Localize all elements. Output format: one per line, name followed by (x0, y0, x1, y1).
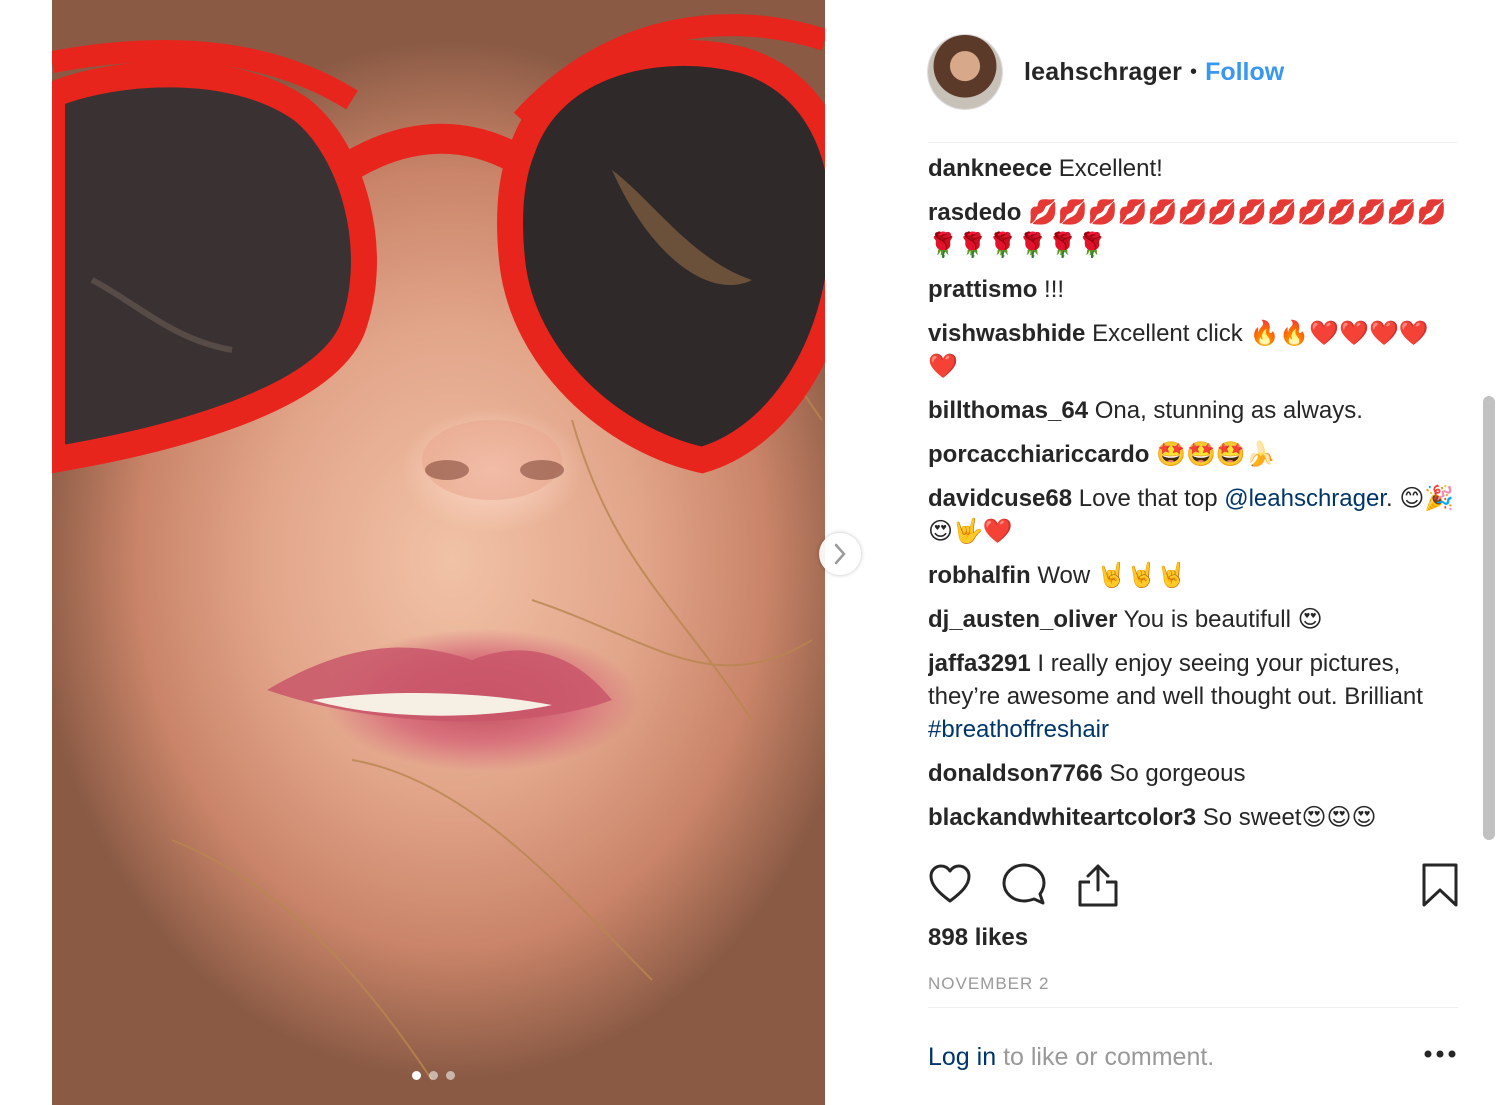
likes-count[interactable]: 898 likes (928, 924, 1028, 952)
comment-item: blackandwhiteartcolor3 So sweet😍😍😍 (928, 801, 1458, 834)
post-date: NOVEMBER 2 (928, 974, 1050, 993)
comment-hashtag-link[interactable]: #breathoffreshair (928, 716, 1109, 743)
comment-item: davidcuse68 Love that top @leahschrager.… (928, 482, 1458, 548)
comment-item: dankneece Excellent! (928, 152, 1458, 185)
comment-username[interactable]: dj_austen_oliver (928, 606, 1117, 633)
login-prompt: Log in to like or comment. (928, 1043, 1458, 1072)
scrollbar-thumb[interactable] (1483, 396, 1495, 840)
comment-username[interactable]: rasdedo (928, 199, 1021, 226)
comment-item: prattismo !!! (928, 273, 1458, 306)
comment-item: jaffa3291 I really enjoy seeing your pic… (928, 647, 1458, 746)
avatar[interactable] (928, 35, 1002, 109)
header-divider (928, 142, 1458, 143)
comment-username[interactable]: jaffa3291 (928, 650, 1031, 677)
comment-button[interactable] (1002, 862, 1046, 908)
comment-item: rasdedo 💋💋💋💋💋💋💋💋💋💋💋💋💋💋🌹🌹🌹🌹🌹🌹 (928, 196, 1458, 262)
comment-text: So gorgeous (1109, 760, 1246, 787)
comment-text: Excellent! (1058, 155, 1163, 182)
comment-text: So sweet😍😍😍 (1202, 804, 1377, 831)
header-user-row: leahschrager • Follow (1024, 58, 1284, 87)
login-prompt-text: to like or comment. (996, 1043, 1215, 1071)
comment-item: dj_austen_oliver You is beautifull 😍 (928, 603, 1458, 636)
save-button[interactable] (1420, 862, 1464, 908)
comments-list[interactable]: dankneece Excellent! rasdedo 💋💋💋💋💋💋💋💋💋💋💋… (928, 152, 1458, 842)
chevron-right-icon (834, 543, 846, 565)
comment-username[interactable]: blackandwhiteartcolor3 (928, 804, 1196, 831)
comments-scrollbar[interactable] (1480, 142, 1498, 842)
comment-username[interactable]: vishwasbhide (928, 320, 1085, 347)
share-button[interactable] (1076, 862, 1120, 908)
heart-icon (929, 864, 971, 903)
carousel-dot-1 (412, 1071, 421, 1080)
more-options-icon (1424, 1050, 1456, 1058)
login-link[interactable]: Log in (928, 1043, 996, 1071)
comment-text: Wow 🤘🤘🤘 (1037, 562, 1187, 589)
bookmark-icon (1422, 863, 1458, 907)
comment-username[interactable]: porcacchiariccardo (928, 441, 1149, 468)
comment-item: vishwasbhide Excellent click 🔥🔥❤️❤️❤️❤️❤… (928, 317, 1458, 383)
comment-text: 🤩🤩🤩🍌 (1156, 441, 1276, 468)
follow-button[interactable]: Follow (1205, 58, 1284, 87)
share-upload-icon (1078, 864, 1118, 907)
comment-text: Ona, stunning as always. (1094, 397, 1363, 424)
comment-mention-link[interactable]: @leahschrager (1224, 485, 1386, 512)
comment-username[interactable]: robhalfin (928, 562, 1031, 589)
comment-username[interactable]: dankneece (928, 155, 1052, 182)
comment-text: Love that top (1078, 485, 1225, 512)
sunglasses-illustration (52, 14, 825, 1081)
comment-username[interactable]: donaldson7766 (928, 760, 1103, 787)
carousel-dot-2 (429, 1071, 438, 1080)
carousel-indicator (412, 1071, 455, 1080)
post-username[interactable]: leahschrager (1024, 58, 1182, 87)
comment-username[interactable]: billthomas_64 (928, 397, 1088, 424)
footer-divider (928, 1007, 1458, 1008)
more-options-button[interactable] (1424, 1046, 1456, 1064)
carousel-dot-3 (446, 1071, 455, 1080)
comment-username[interactable]: davidcuse68 (928, 485, 1072, 512)
comment-item: donaldson7766 So gorgeous (928, 757, 1458, 790)
comment-bubble-icon (1002, 863, 1046, 905)
header-separator: • (1190, 60, 1198, 83)
like-button[interactable] (928, 862, 972, 908)
post-photo[interactable] (52, 0, 825, 1105)
post-actions (928, 862, 1458, 910)
comment-item: billthomas_64 Ona, stunning as always. (928, 394, 1458, 427)
comment-text: !!! (1044, 276, 1065, 303)
comment-text: You is beautifull 😍 (1123, 606, 1323, 633)
next-photo-button[interactable] (819, 533, 861, 575)
comment-item: robhalfin Wow 🤘🤘🤘 (928, 559, 1458, 592)
comment-item: porcacchiariccardo 🤩🤩🤩🍌 (928, 438, 1458, 471)
post-header: leahschrager • Follow (928, 34, 1458, 110)
comment-username[interactable]: prattismo (928, 276, 1037, 303)
